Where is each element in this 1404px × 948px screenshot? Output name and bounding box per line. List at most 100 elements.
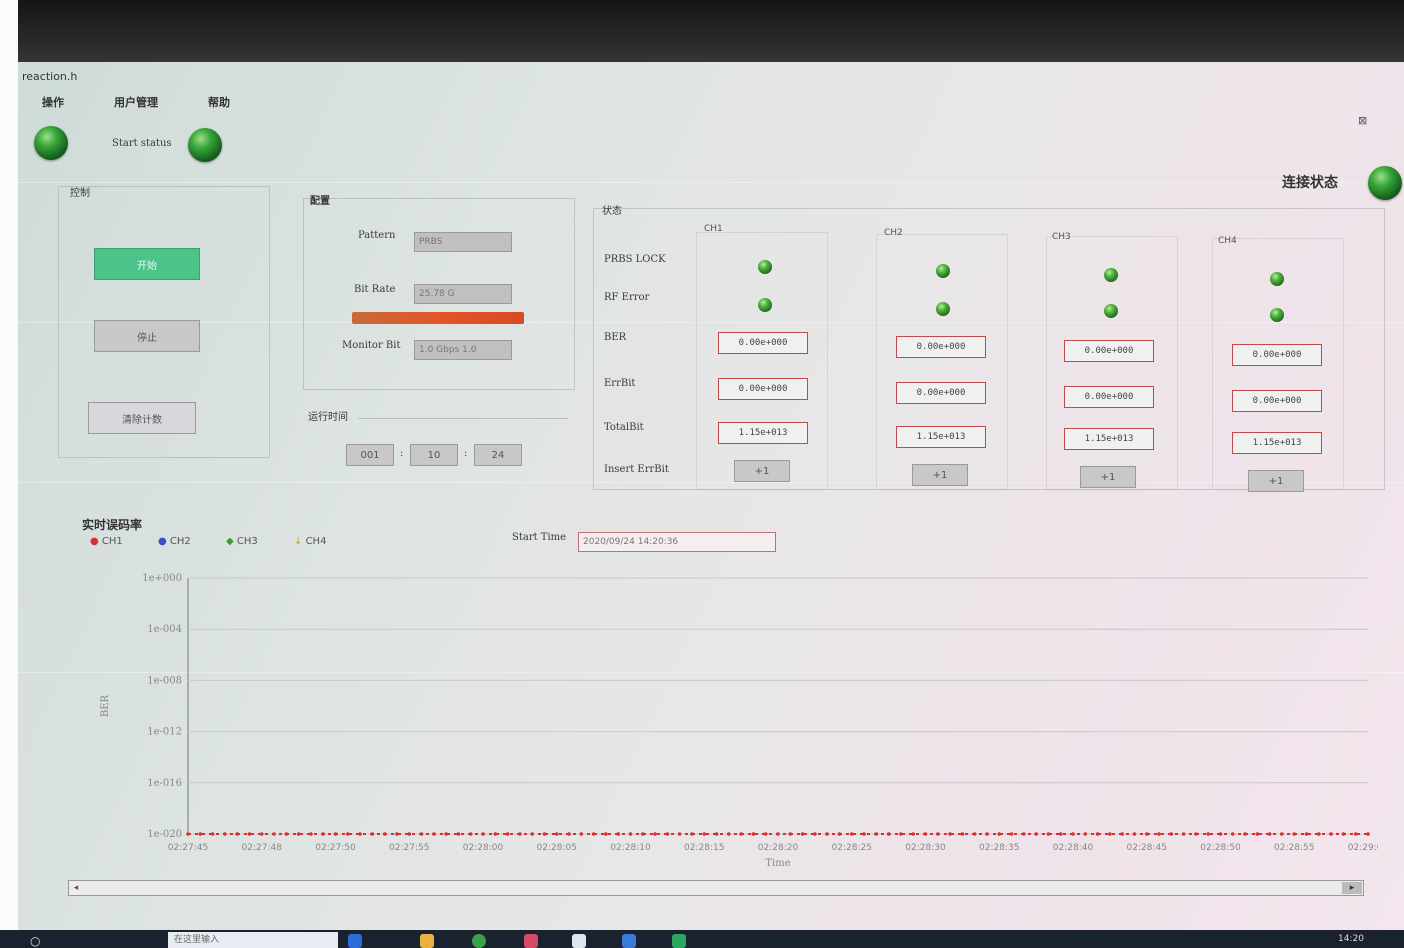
close-icon[interactable]: ⊠ <box>1358 114 1367 127</box>
errbit-value: 0.00e+000 <box>896 382 986 404</box>
windows-start-icon[interactable]: ○ <box>30 934 40 948</box>
data-point-ch1 <box>1120 832 1124 836</box>
start-status-led-icon <box>188 128 222 162</box>
clear-count-button[interactable]: 清除计数 <box>88 402 196 434</box>
data-point-ch1 <box>1071 832 1075 836</box>
data-point-ch1 <box>296 832 301 836</box>
errbit-value: 0.00e+000 <box>1232 390 1322 412</box>
data-point-ch1 <box>198 832 203 836</box>
edge-icon[interactable] <box>348 934 362 948</box>
chart-title: 实时误码率 <box>82 518 143 532</box>
time-minutes: 10 <box>410 444 458 466</box>
pattern-field[interactable]: PRBS <box>414 232 512 252</box>
app-icon[interactable] <box>524 934 538 948</box>
data-point-ch1 <box>1230 832 1235 836</box>
legend-ch1-label: CH1 <box>101 536 123 547</box>
data-point-ch1 <box>985 832 989 836</box>
x-tick-label: 02:27:55 <box>389 843 429 853</box>
folder-icon[interactable] <box>420 934 434 948</box>
data-point-ch1 <box>530 832 534 836</box>
data-point-ch1 <box>862 832 866 836</box>
y-axis-label: BER <box>100 694 111 717</box>
insert-errbit-button[interactable]: +1 <box>1080 466 1136 488</box>
insert-errbit-button[interactable]: +1 <box>912 464 968 486</box>
window-title: reaction.h <box>22 70 78 83</box>
insert-errbit-label: Insert ErrBit <box>604 464 669 475</box>
channel-header: CH3 <box>1052 232 1071 242</box>
bitrate-label: Bit Rate <box>354 284 396 295</box>
rf-error-led-icon <box>1104 304 1118 318</box>
chart-scrollbar[interactable] <box>68 880 1364 896</box>
progress-bar <box>352 312 524 324</box>
data-point-ch1 <box>640 832 645 836</box>
x-tick-label: 02:28:20 <box>758 843 799 853</box>
taskbar-search-input[interactable]: 在这里输入 <box>168 932 338 948</box>
data-point-ch1 <box>1292 832 1297 836</box>
data-point-ch1 <box>702 832 707 836</box>
data-point-ch1 <box>1095 832 1100 836</box>
data-point-ch1 <box>309 832 313 836</box>
y-tick-label: 1e-004 <box>147 624 182 635</box>
pattern-label: Pattern <box>358 230 396 241</box>
prbs-lock-led-icon <box>1270 272 1284 286</box>
data-point-ch1 <box>899 832 903 836</box>
x-tick-label: 02:27:50 <box>315 843 356 853</box>
data-point-ch1 <box>505 832 510 836</box>
data-point-ch1 <box>923 832 928 836</box>
data-point-ch1 <box>259 832 264 836</box>
prbs-lock-label: PRBS LOCK <box>604 254 666 265</box>
prbs-lock-led-icon <box>758 260 772 274</box>
x-tick-label: 02:27:48 <box>242 843 283 853</box>
data-point-ch1 <box>1366 832 1370 836</box>
connection-status-label: 连接状态 <box>1282 175 1338 191</box>
data-point-ch1 <box>1243 832 1247 836</box>
x-tick-label: 02:28:30 <box>905 843 946 853</box>
data-point-ch1 <box>935 832 940 836</box>
ber-value: 0.00e+000 <box>718 332 808 354</box>
menu-item-operate[interactable]: 操作 <box>18 94 64 110</box>
insert-errbit-button[interactable]: +1 <box>1248 470 1304 492</box>
scroll-left-icon[interactable]: ◂ <box>70 882 82 894</box>
data-point-ch1 <box>997 832 1002 836</box>
data-point-ch1 <box>1169 832 1174 836</box>
totalbit-value: 1.15e+013 <box>896 426 986 448</box>
data-point-ch1 <box>1108 832 1112 836</box>
monitor-field[interactable]: 1.0 Gbps 1.0 <box>414 340 512 360</box>
app-icon[interactable] <box>622 934 636 948</box>
stop-button[interactable]: 停止 <box>94 320 200 352</box>
totalbit-value: 1.15e+013 <box>718 422 808 444</box>
ber-value: 0.00e+000 <box>1232 344 1322 366</box>
data-point-ch1 <box>628 832 633 836</box>
menu-item-users[interactable]: 用户管理 <box>90 94 158 110</box>
data-point-ch1 <box>813 832 817 836</box>
data-point-ch1 <box>407 832 412 836</box>
legend-ch4-label: CH4 <box>305 536 327 547</box>
channel-header: CH2 <box>884 228 903 238</box>
data-point-ch1 <box>554 832 559 836</box>
data-point-ch1 <box>665 832 670 836</box>
insert-errbit-button[interactable]: +1 <box>734 460 790 482</box>
x-tick-label: 02:28:00 <box>463 843 504 853</box>
data-point-ch1 <box>382 832 387 836</box>
document-icon[interactable] <box>572 934 586 948</box>
x-tick-label: 02:28:35 <box>979 843 1019 853</box>
start-time-label: Start Time <box>512 532 567 543</box>
data-point-ch1 <box>456 832 461 836</box>
totalbit-label: TotalBit <box>604 422 644 433</box>
data-point-ch1 <box>1194 832 1198 836</box>
x-tick-label: 02:28:05 <box>537 843 577 853</box>
start-time-field[interactable]: 2020/09/24 14:20:36 <box>578 532 776 552</box>
start-button[interactable]: 开始 <box>94 248 200 280</box>
data-point-ch1 <box>1083 832 1088 836</box>
chrome-icon[interactable] <box>472 934 486 948</box>
scroll-thumb[interactable]: ▸ <box>1342 882 1362 894</box>
data-point-ch1 <box>948 832 952 836</box>
totalbit-value: 1.15e+013 <box>1232 432 1322 454</box>
bitrate-field[interactable]: 25.78 G <box>414 284 512 304</box>
power-led-icon <box>34 126 68 160</box>
rf-error-led-icon <box>936 302 950 316</box>
app-icon[interactable] <box>672 934 686 948</box>
menu-item-help[interactable]: 帮助 <box>184 94 230 110</box>
data-point-ch1 <box>788 832 793 836</box>
x-tick-label: 02:28:45 <box>1127 843 1167 853</box>
